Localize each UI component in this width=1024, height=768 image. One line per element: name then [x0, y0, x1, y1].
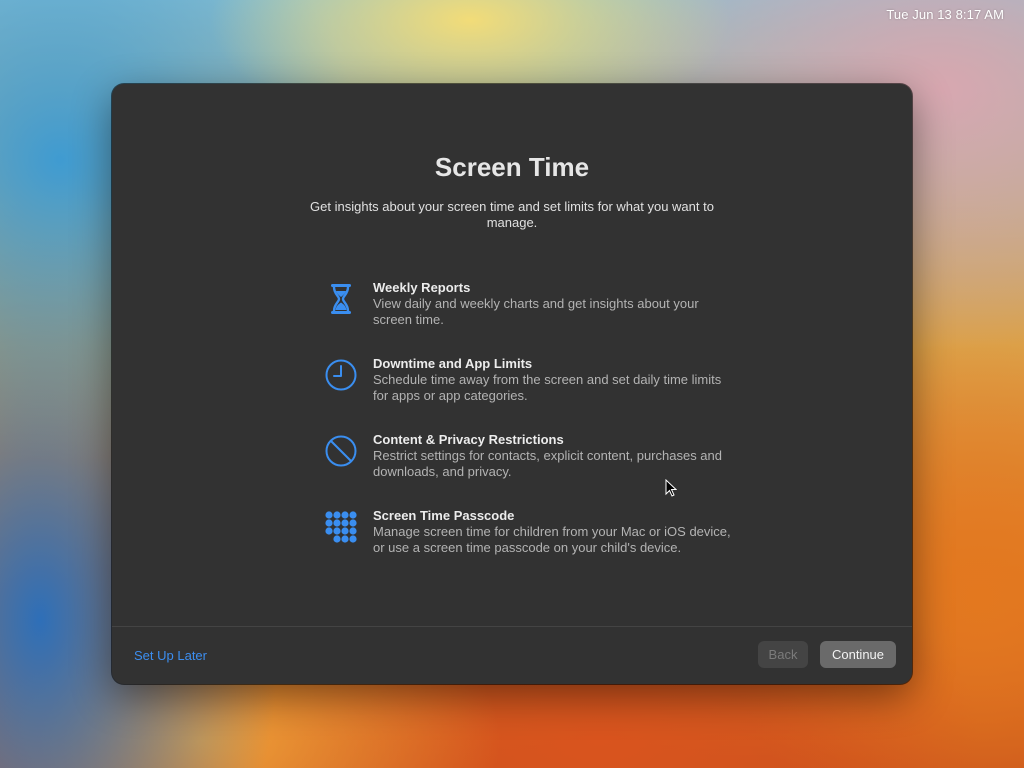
feature-list: Weekly Reports View daily and weekly cha… — [322, 280, 742, 584]
mouse-cursor-icon — [665, 478, 678, 497]
feature-description: View daily and weekly charts and get ins… — [373, 296, 699, 327]
set-up-later-link[interactable]: Set Up Later — [134, 648, 207, 663]
footer-divider — [112, 626, 912, 627]
feature-description: Restrict settings for contacts, explicit… — [373, 448, 723, 479]
page-subtitle: Get insights about your screen time and … — [310, 199, 714, 230]
page-title: Screen Time — [434, 152, 590, 182]
feature-weekly-reports: Weekly Reports View daily and weekly cha… — [322, 280, 742, 356]
restriction-icon — [322, 432, 360, 470]
feature-content-privacy: Content & Privacy Restrictions Restrict … — [322, 432, 742, 508]
setup-dialog: Screen Time Get insights about your scre… — [112, 84, 912, 684]
feature-title: Downtime and App Limits — [373, 356, 533, 371]
feature-passcode: Screen Time Passcode Manage screen time … — [322, 508, 742, 584]
menubar-clock[interactable]: Tue Jun 13 8:17 AM — [886, 7, 1004, 22]
keypad-icon — [322, 508, 360, 546]
feature-description: Schedule time away from the screen and s… — [373, 372, 722, 403]
clock-icon — [322, 356, 360, 394]
feature-title: Weekly Reports — [373, 280, 471, 295]
feature-downtime-app-limits: Downtime and App Limits Schedule time aw… — [322, 356, 742, 432]
feature-description: Manage screen time for children from you… — [373, 524, 731, 555]
back-button[interactable]: Back — [758, 641, 808, 668]
continue-button[interactable]: Continue — [820, 641, 896, 668]
hourglass-icon — [322, 280, 360, 318]
feature-title: Screen Time Passcode — [373, 508, 515, 523]
feature-title: Content & Privacy Restrictions — [373, 432, 564, 447]
